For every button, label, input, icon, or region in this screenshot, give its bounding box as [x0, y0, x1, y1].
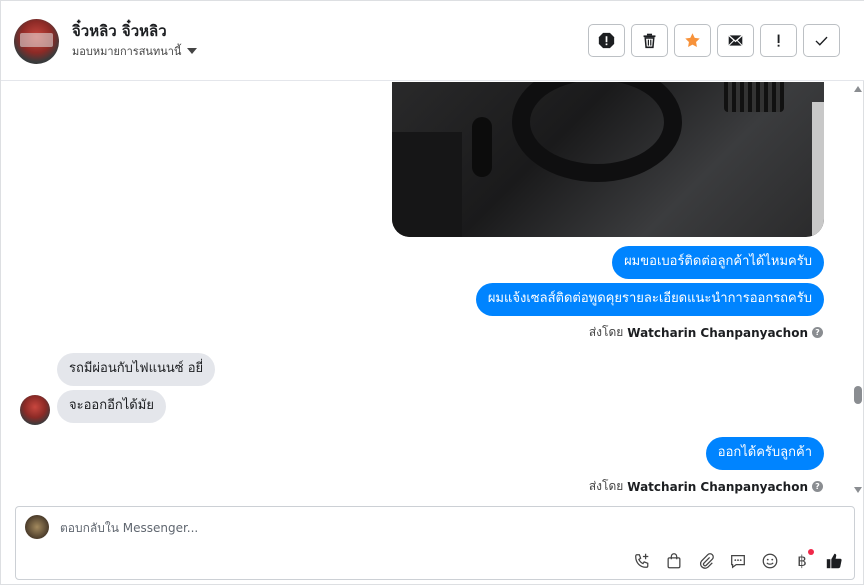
contact-name[interactable]: จิ๋วหลิว จิ๋วหลิว [72, 19, 167, 43]
sent-by-prefix: ส่งโดย [588, 325, 624, 339]
outgoing-message[interactable]: ผมแจ้งเซลส์ติดต่อพูดคุยรายละเอียดแนะนำกา… [475, 283, 824, 316]
inbox-conversation: จิ๋วหลิว จิ๋วหลิว มอบหมายการสนทนานี้ ผมข… [0, 0, 864, 585]
scroll-up-arrow-icon[interactable] [854, 86, 862, 92]
exclamation-icon [777, 34, 780, 47]
sender-name: Watcharin Chanpanyachon [627, 325, 808, 340]
question-icon[interactable]: ? [812, 327, 823, 338]
comment-icon [731, 554, 745, 569]
delete-button[interactable] [631, 24, 668, 57]
payment-button[interactable]: ฿ [792, 549, 814, 571]
reply-composer: ฿ [15, 506, 855, 580]
assign-conversation-dropdown[interactable]: มอบหมายการสนทนานี้ [72, 42, 198, 60]
composer-tools: ฿ [632, 549, 844, 571]
conversation-actions [588, 24, 840, 57]
message-thread[interactable]: ผมขอเบอร์ติดต่อลูกค้าได้ไหมครับ ผมแจ้งเซ… [1, 82, 850, 505]
envelope-icon [728, 34, 743, 46]
paperclip-icon [699, 553, 714, 569]
report-spam-icon [598, 32, 615, 49]
smiley-icon [762, 553, 778, 569]
mark-spam-button[interactable] [588, 24, 625, 57]
like-button[interactable] [824, 551, 844, 571]
trash-icon [643, 33, 656, 49]
contact-avatar-small [20, 395, 50, 425]
conversation-header: จิ๋วหลิว จิ๋วหลิว มอบหมายการสนทนานี้ [1, 1, 864, 81]
sent-by-label: ส่งโดย Watcharin Chanpanyachon ? [589, 477, 823, 496]
sender-name: Watcharin Chanpanyachon [627, 479, 808, 494]
saved-replies-button[interactable] [728, 551, 748, 571]
sent-by-label: ส่งโดย Watcharin Chanpanyachon ? [589, 323, 823, 342]
baht-icon: ฿ [797, 552, 807, 570]
scrollbar-thumb[interactable] [854, 386, 862, 404]
thread-scrollbar[interactable] [850, 82, 864, 505]
check-icon [815, 36, 828, 46]
call-button[interactable] [632, 551, 652, 571]
mark-unread-button[interactable] [717, 24, 754, 57]
incoming-message[interactable]: รถมีผ่อนกับไฟแนนซ์ อยี่ [57, 353, 216, 386]
outgoing-message[interactable]: ออกได้ครับลูกค้า [705, 437, 824, 470]
follow-up-button[interactable] [760, 24, 797, 57]
phone-plus-icon [635, 553, 649, 568]
contact-avatar[interactable] [14, 19, 59, 64]
star-button[interactable] [674, 24, 711, 57]
scroll-down-arrow-icon[interactable] [854, 487, 862, 493]
sent-by-prefix: ส่งโดย [588, 479, 624, 493]
shopping-bag-icon [667, 553, 681, 569]
caret-down-icon [187, 48, 198, 54]
outgoing-message[interactable]: ผมขอเบอร์ติดต่อลูกค้าได้ไหมครับ [612, 246, 824, 279]
shop-button[interactable] [664, 551, 684, 571]
incoming-message[interactable]: จะออกอีกได้มัย [57, 390, 166, 423]
star-icon [685, 33, 700, 48]
thumbs-up-icon [826, 553, 842, 569]
shared-car-interior-photo[interactable] [392, 82, 824, 237]
notification-dot [808, 549, 814, 555]
question-icon[interactable]: ? [812, 481, 823, 492]
page-avatar [25, 515, 49, 539]
reply-input[interactable] [60, 521, 760, 535]
emoji-button[interactable] [760, 551, 780, 571]
attach-button[interactable] [696, 551, 716, 571]
assign-label: มอบหมายการสนทนานี้ [72, 45, 182, 58]
mark-done-button[interactable] [803, 24, 840, 57]
